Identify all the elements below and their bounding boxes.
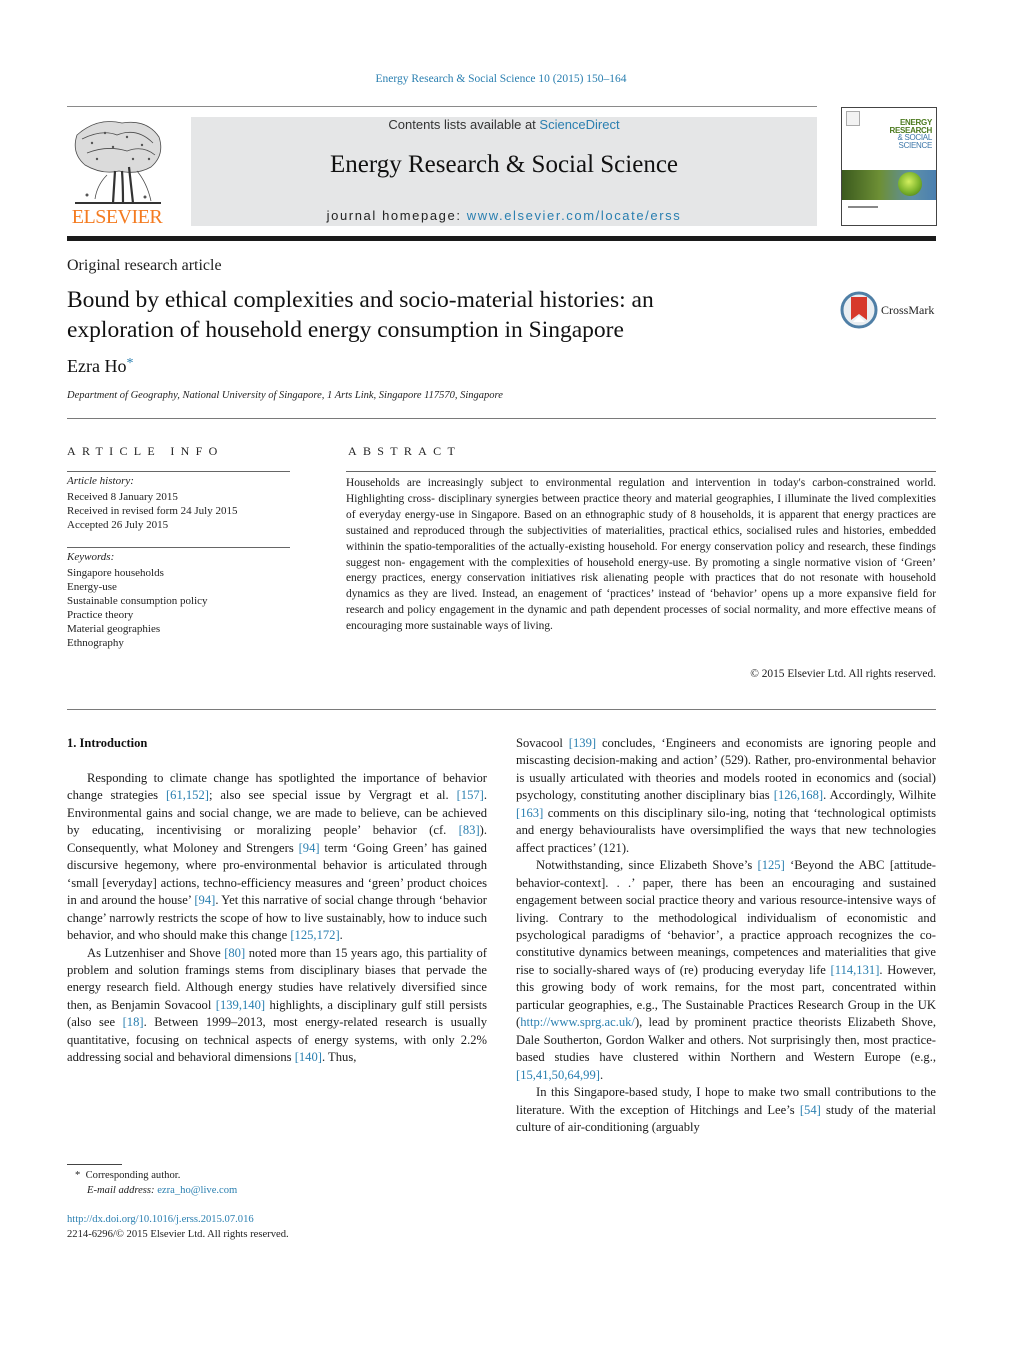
citation-link[interactable]: [157]	[457, 788, 484, 802]
body-divider	[67, 709, 936, 710]
author-name-text: Ezra Ho	[67, 356, 127, 376]
paragraph-text: . Thus,	[321, 1050, 357, 1065]
paragraph-text: .	[599, 1067, 604, 1082]
abstract-copyright: © 2015 Elsevier Ltd. All rights reserved…	[750, 668, 936, 680]
issn-line: 2214-6296/© 2015 Elsevier Ltd. All right…	[67, 1229, 289, 1240]
citation-link[interactable]: [126,168]	[774, 788, 823, 802]
keywords-divider	[67, 547, 290, 548]
paragraph-text: ; also see special issue by Vergragt et …	[208, 788, 457, 803]
body-paragraph: Sovacool [139] concludes, ‘Engineers and…	[516, 735, 936, 857]
journal-title: Energy Research & Social Science	[329, 151, 679, 178]
article-info-divider	[67, 471, 290, 472]
journal-cover-thumbnail[interactable]: ENERGY RESEARCH & SOCIAL SCIENCE	[841, 107, 937, 226]
article-title-line: exploration of household energy consumpt…	[67, 317, 624, 343]
citation-link[interactable]: [61,152]	[166, 788, 209, 802]
keyword-item: Singapore households	[67, 567, 164, 579]
citation-link[interactable]: [125,172]	[290, 928, 339, 942]
abstract-divider	[346, 471, 936, 472]
body-paragraph: Responding to climate change has spotlig…	[67, 770, 487, 945]
section-heading-introduction: 1. Introduction	[67, 736, 148, 750]
keywords-label: Keywords:	[67, 551, 115, 563]
keyword-item: Energy-use	[67, 581, 117, 593]
abstract-heading: ABSTRACT	[348, 444, 462, 458]
paragraph-text: As Lutzenhiser and Shove	[87, 945, 225, 960]
header-divider	[67, 106, 817, 107]
journal-homepage-line: journal homepage: www.elsevier.com/locat…	[191, 208, 817, 223]
homepage-prefix: journal homepage:	[326, 208, 467, 223]
keyword-item: Sustainable consumption policy	[67, 595, 208, 607]
keyword-item: Practice theory	[67, 609, 134, 621]
citation-link[interactable]: [94]	[299, 841, 320, 855]
citation-link[interactable]: [80]	[224, 946, 245, 960]
doi-link[interactable]: http://dx.doi.org/10.1016/j.erss.2015.07…	[67, 1212, 289, 1227]
paragraph-text: .	[339, 928, 343, 943]
cover-title-line: SCIENCE	[898, 140, 933, 150]
contents-prefix: Contents lists available at	[388, 117, 540, 132]
footnote-marker: *	[75, 1170, 81, 1181]
citation-link[interactable]: [139]	[569, 736, 596, 750]
citation-link[interactable]: [83]	[459, 823, 480, 837]
citation-link[interactable]: [163]	[516, 806, 543, 820]
footnote-divider	[67, 1164, 122, 1165]
citation-link[interactable]: [139,140]	[216, 998, 265, 1012]
citation-link[interactable]: [54]	[800, 1103, 821, 1117]
article-history-list: Received 8 January 2015 Received in revi…	[67, 490, 237, 532]
citation-link[interactable]: [114,131]	[831, 963, 880, 977]
body-paragraph: Notwithstanding, since Elizabeth Shove’s…	[516, 857, 936, 1084]
corresponding-author-text: Corresponding author.	[85, 1170, 181, 1181]
citation-link[interactable]: [18]	[123, 1015, 144, 1029]
crossmark-label[interactable]: CrossMark	[881, 303, 934, 318]
paragraph-text: Sovacool	[516, 736, 569, 750]
article-type: Original research article	[67, 257, 222, 274]
email-link[interactable]: ezra_ho@live.com	[157, 1185, 237, 1196]
body-column-left: Responding to climate change has spotlig…	[67, 770, 487, 1067]
keyword-item: Material geographies	[67, 623, 161, 635]
journal-homepage-link[interactable]: www.elsevier.com/locate/erss	[467, 208, 682, 223]
article-title: Bound by ethical complexities and socio-…	[67, 285, 787, 345]
abstract-text: Households are increasingly subject to e…	[346, 477, 936, 633]
article-history-label: Article history:	[67, 475, 134, 487]
sciencedirect-link[interactable]: ScienceDirect	[539, 117, 619, 132]
keywords-list: Singapore households Energy-use Sustaina…	[67, 566, 208, 650]
corresponding-author-note: * Corresponding author.	[75, 1168, 237, 1183]
keyword-item: Ethnography	[67, 637, 124, 649]
doi-block: http://dx.doi.org/10.1016/j.erss.2015.07…	[67, 1212, 289, 1242]
history-item: Accepted 26 July 2015	[67, 519, 169, 531]
citation-link[interactable]: [15,41,50,64,99]	[516, 1068, 600, 1082]
paragraph-text: ‘Beyond the ABC [attitude-behavior-conte…	[516, 858, 936, 977]
body-paragraph: As Lutzenhiser and Shove [80] noted more…	[67, 945, 487, 1067]
paragraph-text: comments on this disciplinary silo-ing, …	[516, 805, 936, 855]
masthead-thick-divider	[67, 236, 936, 241]
cover-footer-text-bar	[848, 206, 878, 208]
footnote: * Corresponding author. E-mail address: …	[75, 1168, 237, 1198]
email-label: E-mail address:	[87, 1185, 158, 1196]
body-paragraph: In this Singapore-based study, I hope to…	[516, 1084, 936, 1136]
corresponding-author-marker[interactable]: *	[126, 356, 133, 371]
citation-link[interactable]: [140]	[295, 1050, 322, 1064]
article-title-line: Bound by ethical complexities and socio-…	[67, 287, 654, 313]
contents-line: Contents lists available at ScienceDirec…	[191, 117, 817, 132]
cover-globe-icon	[898, 172, 922, 196]
paragraph-text: . Accordingly, Wilhite	[823, 788, 936, 803]
citation-link[interactable]: [125]	[758, 858, 785, 872]
affiliation-divider	[67, 418, 936, 419]
author-affiliation: Department of Geography, National Univer…	[67, 390, 503, 401]
citation-link[interactable]: http://www.sprg.ac.uk/	[520, 1015, 635, 1029]
history-item: Received in revised form 24 July 2015	[67, 505, 238, 517]
email-line: E-mail address: ezra_ho@live.com	[75, 1183, 237, 1198]
body-column-right: Sovacool [139] concludes, ‘Engineers and…	[516, 735, 936, 1136]
elsevier-wordmark: ELSEVIER	[71, 206, 163, 228]
author-name: Ezra Ho*	[67, 356, 133, 377]
paragraph-text: Notwithstanding, since Elizabeth Shove’s	[536, 858, 758, 873]
article-info-heading: ARTICLE INFO	[67, 444, 224, 458]
cover-publisher-mark-icon	[846, 111, 860, 126]
journal-citation-link[interactable]: Energy Research & Social Science 10 (201…	[0, 73, 1002, 85]
citation-link[interactable]: [94]	[194, 893, 215, 907]
history-item: Received 8 January 2015	[67, 491, 178, 503]
cover-title: ENERGY RESEARCH & SOCIAL SCIENCE	[890, 119, 933, 149]
